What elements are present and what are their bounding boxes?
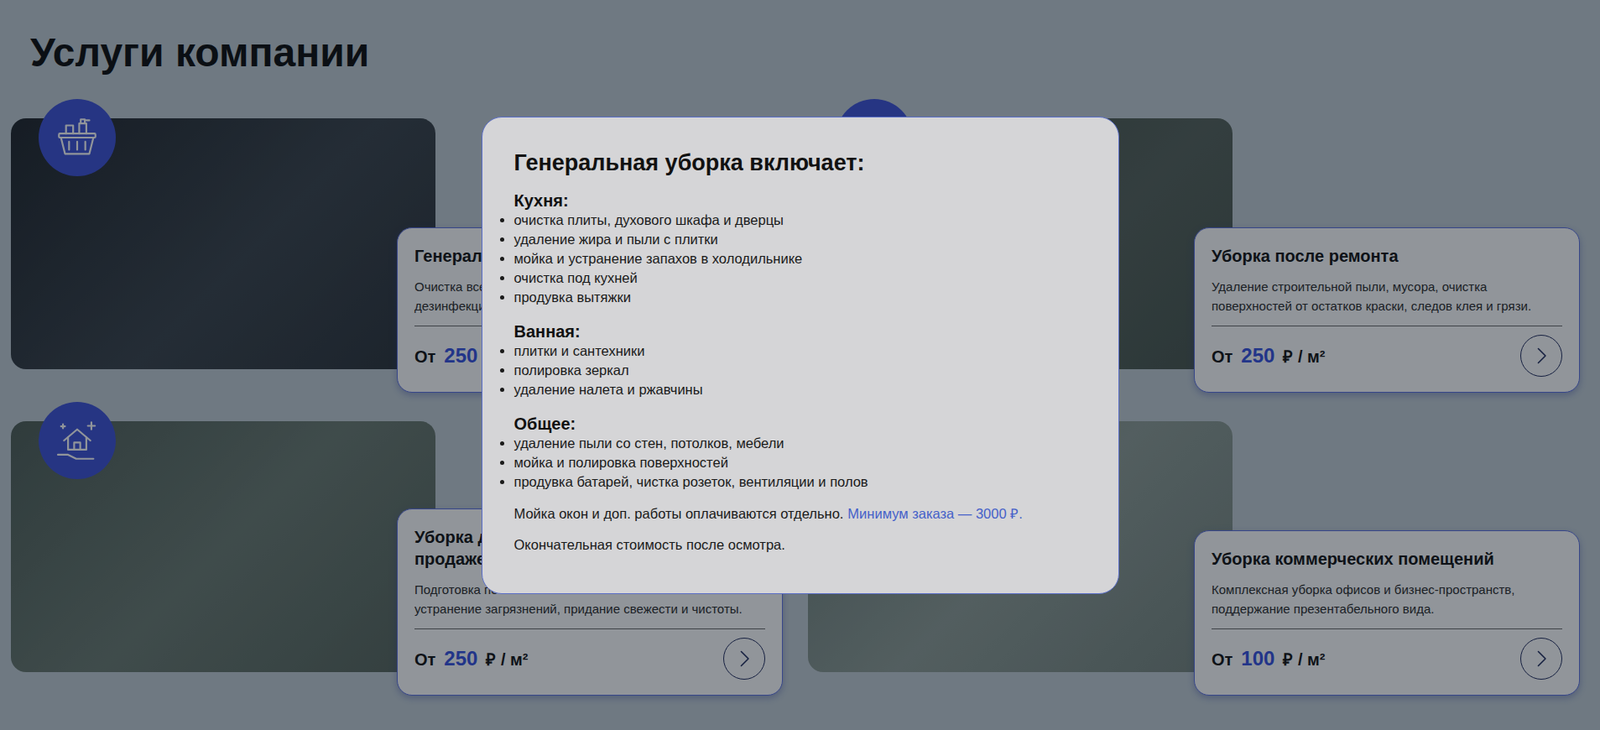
section-item: продувка батарей, чистка розеток, вентил… bbox=[514, 472, 1087, 492]
section-list: плитки и сантехникиполировка зеркалудале… bbox=[514, 341, 1087, 400]
section-item: очистка плиты, духового шкафа и дверцы bbox=[514, 210, 1087, 230]
section-item: удаление жира и пыли с плитки bbox=[514, 229, 1087, 250]
section-item: удаление пыли со стен, потолков, мебели bbox=[514, 433, 1087, 454]
section-item: продувка вытяжки bbox=[514, 287, 1087, 308]
modal-note: Мойка окон и доп. работы оплачиваются от… bbox=[514, 504, 1087, 524]
service-details-modal: Генеральная уборка включает: Кухня: очис… bbox=[481, 116, 1120, 595]
section-heading: Кухня: bbox=[514, 190, 1087, 211]
section-heading: Ванная: bbox=[514, 321, 1087, 342]
services-page: Услуги компании Генераль Очистка всехдез… bbox=[0, 0, 1600, 730]
modal-section: Ванная: плитки и сантехникиполировка зер… bbox=[514, 321, 1087, 400]
modal-title: Генеральная уборка включает: bbox=[514, 149, 1087, 177]
modal-footer-note: Окончательная стоимость после осмотра. bbox=[514, 535, 1087, 555]
section-heading: Общее: bbox=[514, 413, 1087, 434]
section-item: удаление налета и ржавчины bbox=[514, 380, 1087, 400]
section-item: плитки и сантехники bbox=[514, 341, 1087, 361]
modal-section: Общее: удаление пыли со стен, потолков, … bbox=[514, 413, 1087, 492]
section-item: мойка и устранение запахов в холодильник… bbox=[514, 249, 1087, 269]
section-item: полировка зеркал bbox=[514, 360, 1087, 381]
modal-section: Кухня: очистка плиты, духового шкафа и д… bbox=[514, 190, 1087, 308]
section-list: удаление пыли со стен, потолков, мебелим… bbox=[514, 433, 1087, 492]
section-list: очистка плиты, духового шкафа и дверцыуд… bbox=[514, 210, 1087, 308]
section-item: мойка и полировка поверхностей bbox=[514, 453, 1087, 473]
section-item: очистка под кухней bbox=[514, 268, 1087, 288]
modal-overlay[interactable]: Генеральная уборка включает: Кухня: очис… bbox=[0, 0, 1600, 730]
minimum-order: Минимум заказа — 3000 ₽. bbox=[847, 505, 1022, 522]
